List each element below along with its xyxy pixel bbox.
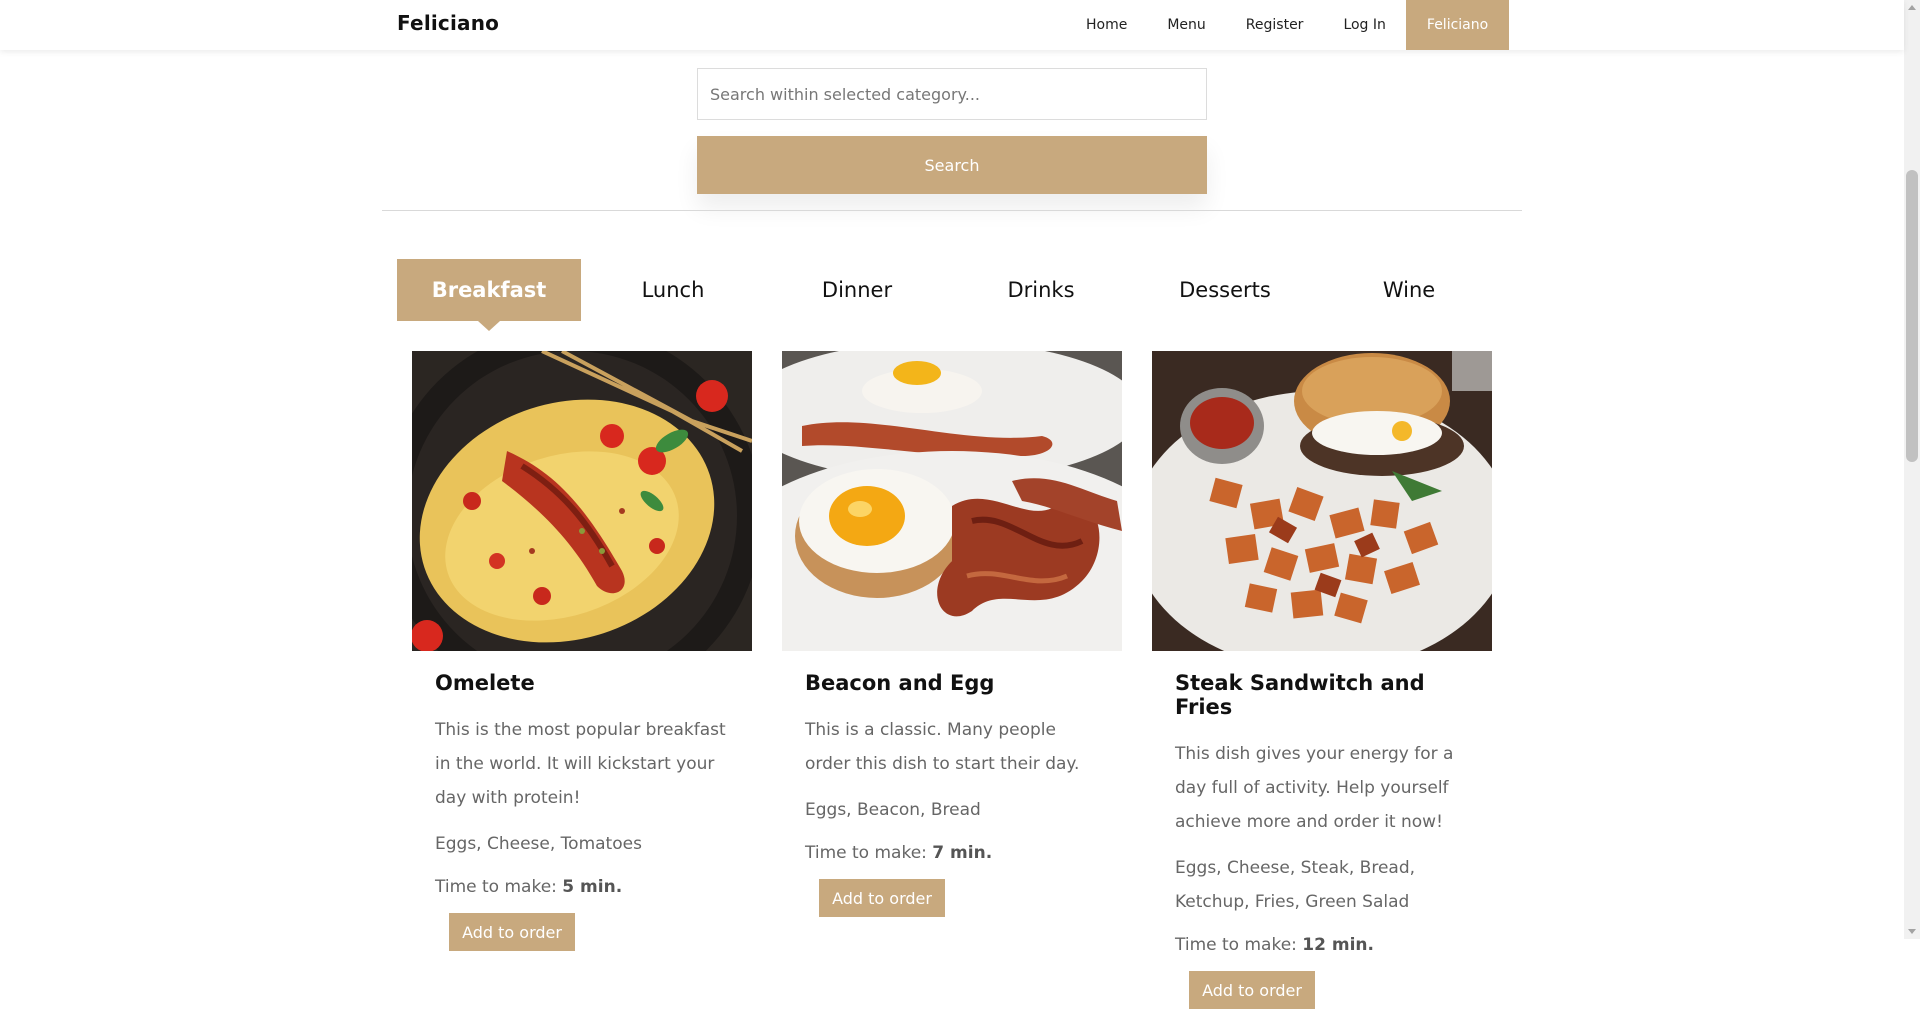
omelette-image [412,351,752,651]
tab-breakfast[interactable]: Breakfast [397,259,581,331]
dish-title: Omelete [435,671,535,695]
scroll-down-icon[interactable] [1908,929,1916,934]
section-divider [382,210,1522,211]
tab-dinner[interactable]: Dinner [765,259,949,321]
dish-title: Beacon and Egg [805,671,995,695]
search-section: Search [697,68,1207,194]
dish-ingredients: Eggs, Beacon, Bread [805,800,981,820]
time-label: Time to make: [1175,935,1303,955]
vertical-scrollbar[interactable] [1904,0,1920,939]
nav-link-home[interactable]: Home [1066,0,1147,50]
dish-description: This dish gives your energy for a day fu… [1175,744,1454,832]
omelette-photo [412,351,752,651]
top-navbar: Feliciano Home Menu Register Log In Feli… [0,0,1904,50]
tab-desserts[interactable]: Desserts [1133,259,1317,321]
nav-link-login[interactable]: Log In [1323,0,1405,50]
scroll-up-icon[interactable] [1908,5,1916,10]
bacon-and-egg-photo [782,351,1122,651]
menu-card: Beacon and Egg This is a classic. Many p… [782,351,1122,1009]
tab-drinks[interactable]: Drinks [949,259,1133,321]
dish-time: Time to make: 12 min. [1175,935,1469,955]
dish-title: Steak Sandwitch and Fries [1175,671,1425,719]
card-body: Steak Sandwitch and Fries This dish give… [1152,671,1492,1009]
nav-link-menu[interactable]: Menu [1147,0,1225,50]
add-to-order-button[interactable]: Add to order [819,879,945,917]
add-to-order-button[interactable]: Add to order [449,913,575,951]
time-value: 7 min. [932,843,993,863]
dish-time: Time to make: 5 min. [435,877,729,897]
steak-sandwich-photo [1152,351,1492,651]
bacon-and-egg-image [782,351,1122,651]
add-to-order-button[interactable]: Add to order [1189,971,1315,1009]
time-label: Time to make: [435,877,563,897]
search-input[interactable] [697,68,1207,120]
steak-sandwich-image [1152,351,1492,651]
scrollbar-thumb[interactable] [1906,170,1918,462]
time-value: 12 min. [1302,935,1374,955]
time-value: 5 min. [562,877,623,897]
dish-description: This is the most popular breakfast in th… [435,720,726,808]
nav-links: Home Menu Register Log In Feliciano [1066,0,1510,50]
card-body: Beacon and Egg This is a classic. Many p… [782,671,1122,917]
menu-card: Omelete This is the most popular breakfa… [412,351,752,1009]
search-button[interactable]: Search [697,136,1207,194]
dish-time: Time to make: 7 min. [805,843,1099,863]
card-body: Omelete This is the most popular breakfa… [412,671,752,951]
dish-ingredients: Eggs, Cheese, Steak, Bread, Ketchup, Fri… [1175,858,1416,912]
nav-link-register[interactable]: Register [1226,0,1324,50]
category-tabs: Breakfast Lunch Dinner Drinks Desserts W… [397,259,1501,331]
time-label: Time to make: [805,843,933,863]
dish-description: This is a classic. Many people order thi… [805,720,1080,774]
tab-lunch[interactable]: Lunch [581,259,765,321]
tab-wine[interactable]: Wine [1317,259,1501,321]
menu-cards: Omelete This is the most popular breakfa… [412,351,1492,1009]
brand-logo[interactable]: Feliciano [397,11,499,35]
nav-link-user[interactable]: Feliciano [1405,0,1510,50]
dish-ingredients: Eggs, Cheese, Tomatoes [435,834,642,854]
menu-card: Steak Sandwitch and Fries This dish give… [1152,351,1492,1009]
